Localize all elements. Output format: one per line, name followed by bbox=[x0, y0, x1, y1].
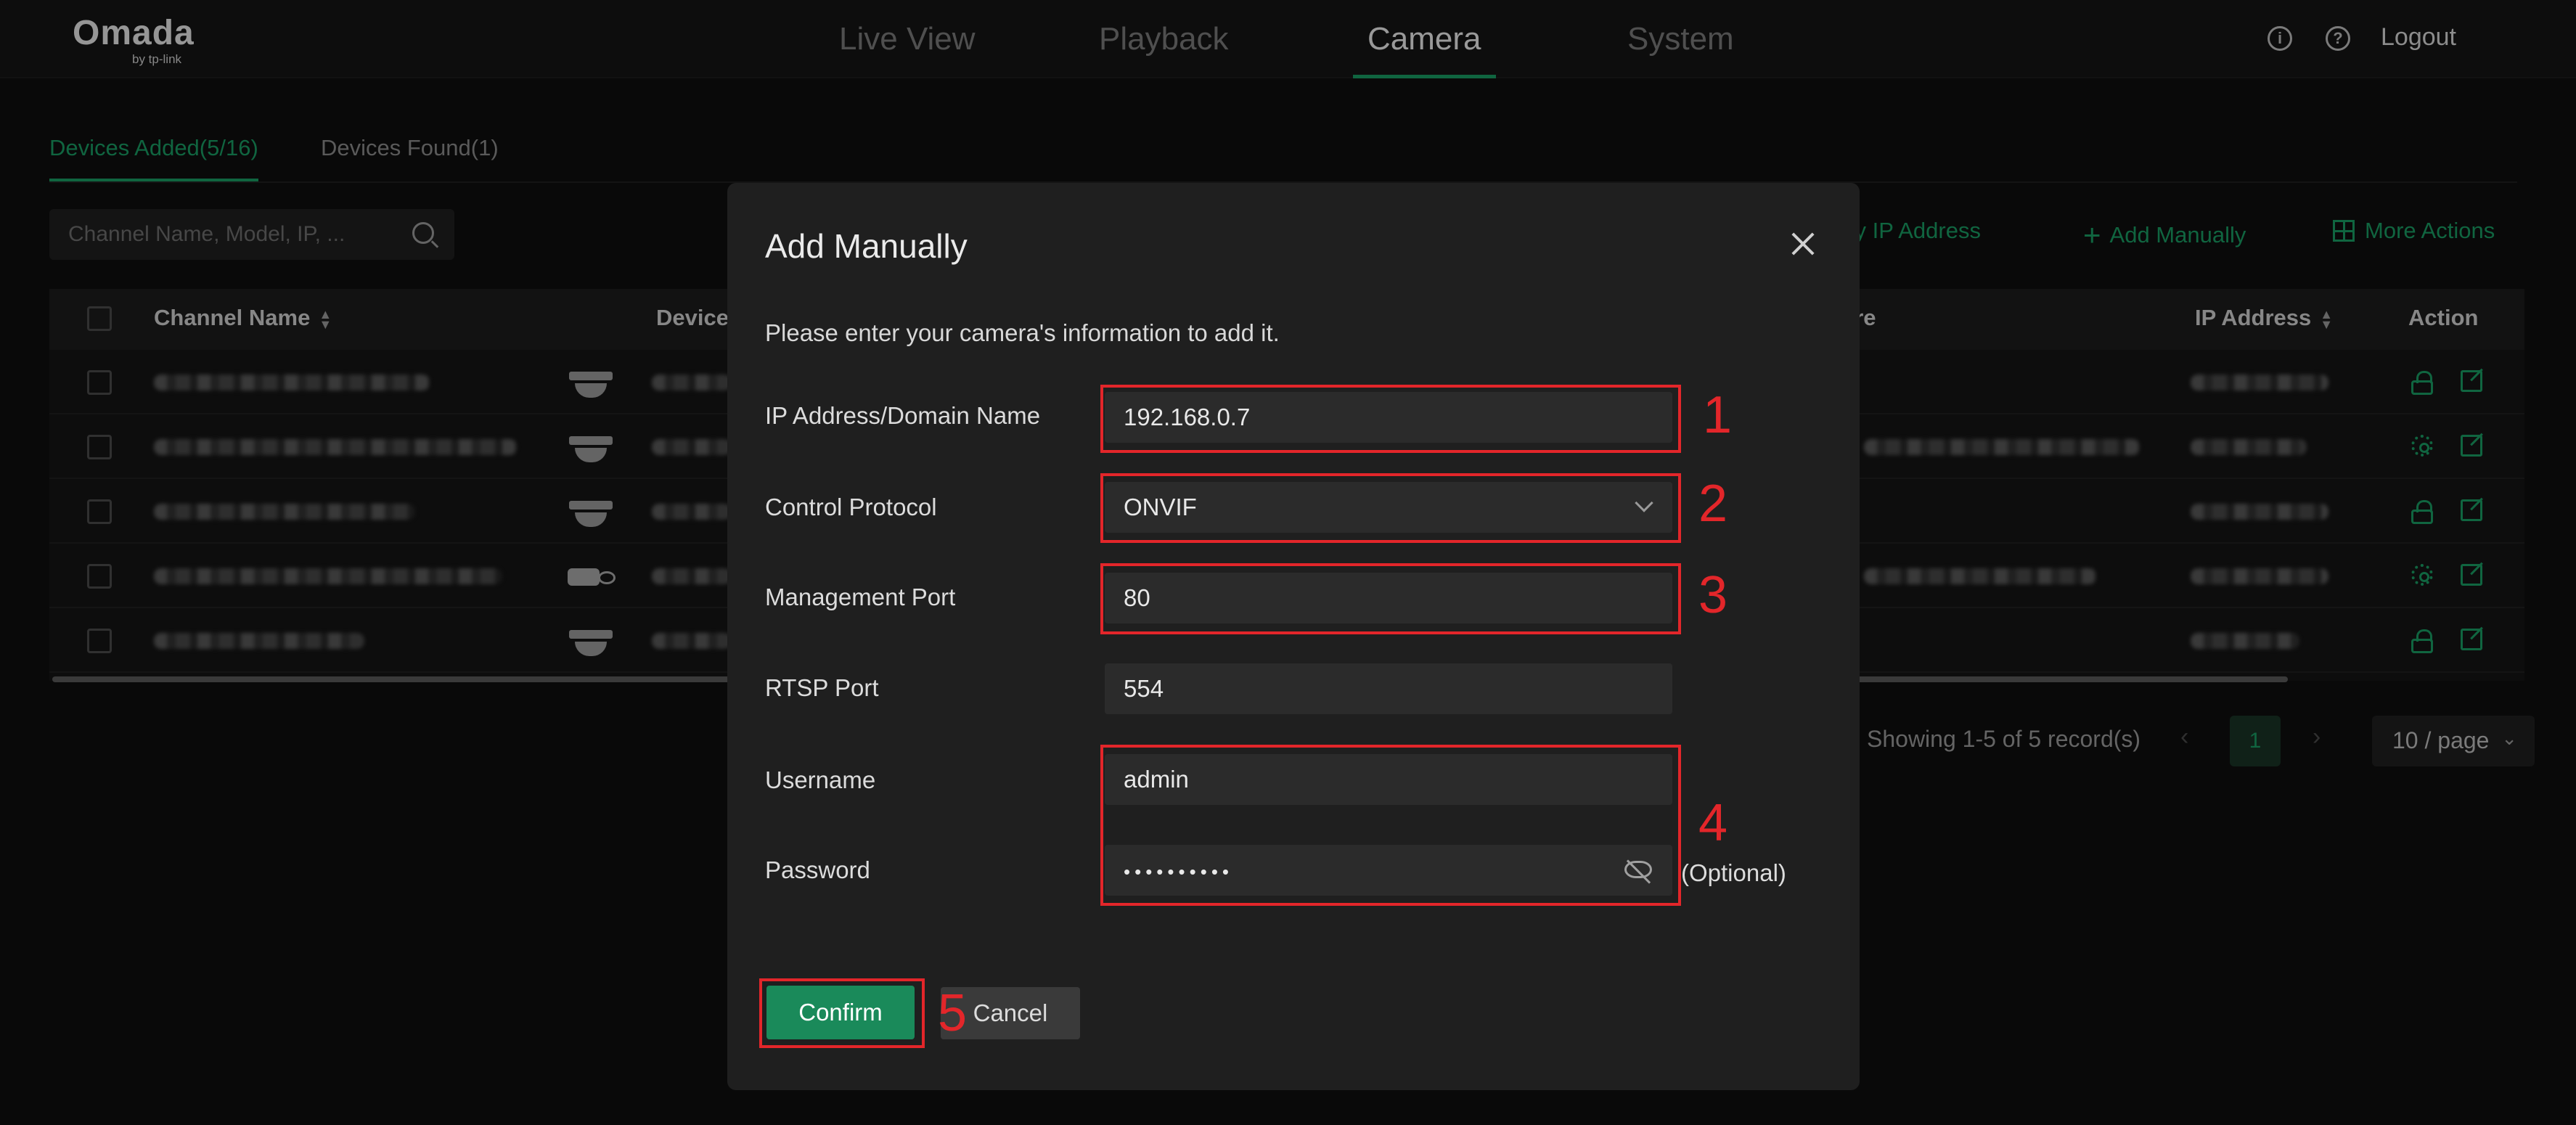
close-icon[interactable] bbox=[1790, 231, 1816, 257]
annotation-box-5 bbox=[759, 978, 925, 1048]
ip-address-label: IP Address/Domain Name bbox=[765, 402, 1041, 429]
annotation-number-3: 3 bbox=[1698, 566, 1728, 624]
optional-hint: (Optional) bbox=[1681, 859, 1786, 886]
dialog-title: Add Manually bbox=[765, 227, 968, 265]
annotation-number-1: 1 bbox=[1703, 386, 1733, 444]
annotation-box-3 bbox=[1100, 563, 1681, 634]
rtsp-port-label: RTSP Port bbox=[765, 674, 879, 701]
annotation-number-5: 5 bbox=[938, 984, 968, 1042]
annotation-number-4: 4 bbox=[1698, 794, 1728, 852]
add-manually-dialog: Add Manually Please enter your camera's … bbox=[727, 183, 1860, 1090]
password-label: Password bbox=[765, 856, 870, 883]
dialog-description: Please enter your camera's information t… bbox=[765, 319, 1280, 346]
annotation-box-2 bbox=[1100, 473, 1681, 543]
annotation-number-2: 2 bbox=[1698, 475, 1728, 533]
management-port-label: Management Port bbox=[765, 584, 956, 610]
username-label: Username bbox=[765, 766, 876, 793]
rtsp-port-input[interactable]: 554 bbox=[1105, 663, 1672, 714]
control-protocol-label: Control Protocol bbox=[765, 494, 937, 520]
annotation-box-1 bbox=[1100, 385, 1681, 453]
annotation-box-4 bbox=[1100, 745, 1681, 906]
